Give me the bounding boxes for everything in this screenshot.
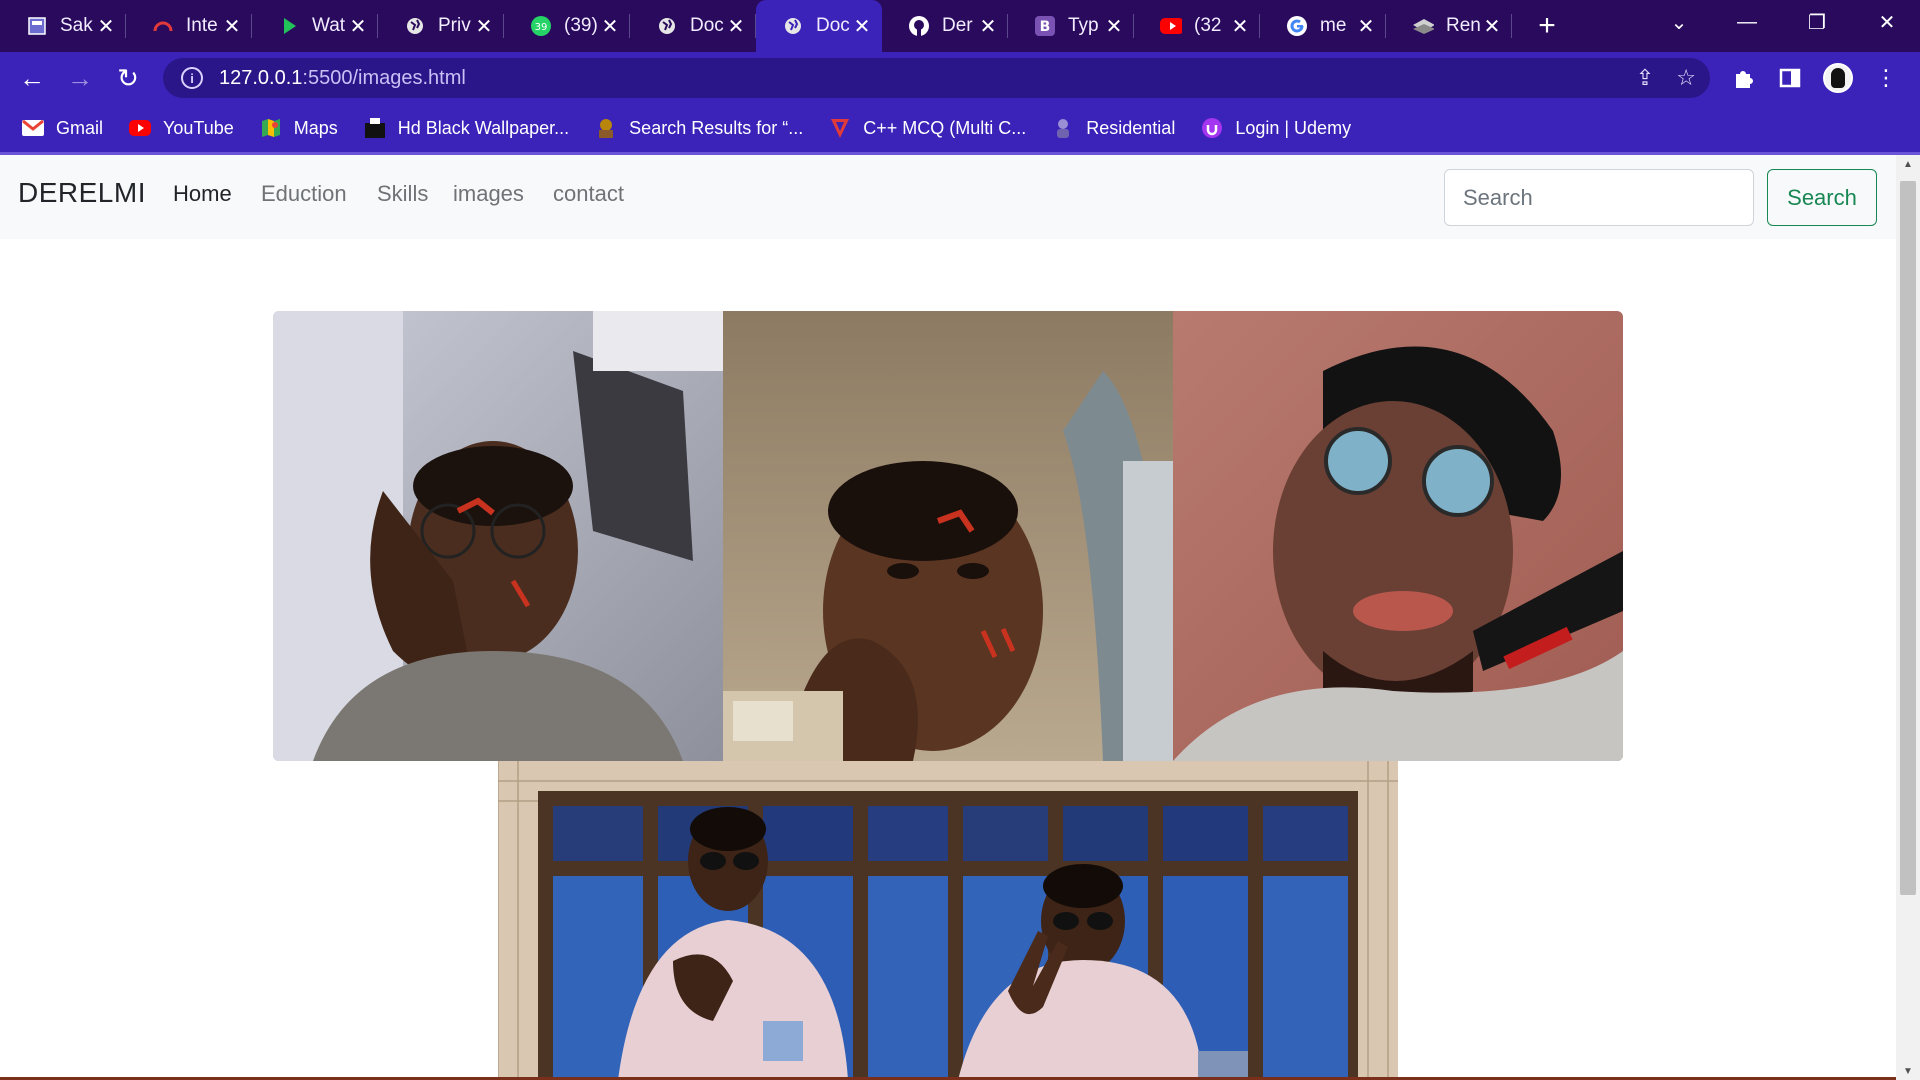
gmail-icon — [22, 117, 44, 139]
bookmark-cpp-mcq[interactable]: C++ MCQ (Multi C... — [829, 117, 1026, 139]
browser-tab[interactable]: 39 (39) ✕ — [504, 0, 630, 52]
photo-selfie-cap-glasses — [1173, 311, 1623, 761]
github-icon — [908, 15, 930, 37]
wallpaper-icon — [364, 117, 386, 139]
close-tab-icon[interactable]: ✕ — [1356, 14, 1376, 39]
photo-selfie-hand-on-cheek — [273, 311, 723, 761]
close-tab-icon[interactable]: ✕ — [1482, 14, 1502, 39]
page-icon — [26, 15, 48, 37]
browser-tab[interactable]: Wat ✕ — [252, 0, 378, 52]
bookmark-maps[interactable]: Maps — [260, 117, 338, 139]
page-viewport: DERELMI Home Eduction Skills images cont… — [0, 155, 1896, 1080]
play-icon — [278, 15, 300, 37]
side-panel-icon[interactable] — [1770, 58, 1810, 98]
close-tab-icon[interactable]: ✕ — [474, 14, 494, 39]
photo-selfie-looking-up — [723, 311, 1173, 761]
nav-link-skills[interactable]: Skills — [377, 181, 428, 207]
google-icon — [1286, 15, 1308, 37]
browser-tab[interactable]: Doc ✕ — [630, 0, 756, 52]
close-tab-icon[interactable]: ✕ — [348, 14, 368, 39]
scrollbar-thumb[interactable] — [1900, 181, 1916, 895]
photo-peace-sign-sunglasses — [948, 761, 1398, 1080]
chat-icon: 39 — [530, 15, 552, 37]
svg-text:39: 39 — [535, 22, 548, 33]
bookmark-udemy[interactable]: Login | Udemy — [1201, 117, 1351, 139]
page-scrollbar[interactable]: ▲ ▼ — [1896, 155, 1920, 1080]
bookmark-residential[interactable]: Residential — [1052, 117, 1175, 139]
browser-tab[interactable]: (32 ✕ — [1134, 0, 1260, 52]
globe-icon — [656, 15, 678, 37]
youtube-icon — [1160, 15, 1182, 37]
close-tab-icon[interactable]: ✕ — [1230, 14, 1250, 39]
close-tab-icon[interactable]: ✕ — [852, 14, 872, 39]
new-tab-button[interactable]: + — [1524, 0, 1570, 52]
restore-icon[interactable]: ❐ — [1782, 0, 1852, 44]
bookmark-star-icon[interactable]: ☆ — [1676, 65, 1696, 91]
extensions-puzzle-icon[interactable] — [1723, 58, 1763, 98]
layers-icon — [1412, 15, 1434, 37]
close-tab-icon[interactable]: ✕ — [222, 14, 242, 39]
browser-tab-active[interactable]: Doc ✕ — [756, 0, 882, 52]
tab-strip: Sak ✕ Inte ✕ Wat ✕ Priv ✕ 39 (39) ✕ Doc … — [0, 0, 1920, 52]
bookmark-youtube[interactable]: YouTube — [129, 117, 234, 139]
nav-link-eduction[interactable]: Eduction — [261, 181, 347, 207]
bookmark-search-results[interactable]: Search Results for “... — [595, 117, 803, 139]
arc-icon — [152, 15, 174, 37]
close-tab-icon[interactable]: ✕ — [600, 14, 620, 39]
search-input[interactable]: Search — [1444, 169, 1754, 226]
close-window-icon[interactable]: ✕ — [1852, 0, 1920, 44]
site-brand[interactable]: DERELMI — [18, 177, 146, 209]
close-tab-icon[interactable]: ✕ — [1104, 14, 1124, 39]
reload-icon[interactable]: ↻ — [104, 58, 152, 98]
youtube-icon — [129, 117, 152, 139]
bookmarks-bar: Gmail YouTube Maps Hd Black Wallpaper...… — [0, 104, 1920, 152]
bookmark-gmail[interactable]: Gmail — [22, 117, 103, 139]
nav-link-home[interactable]: Home — [173, 181, 232, 207]
browser-tab[interactable]: B Typ ✕ — [1008, 0, 1134, 52]
svg-text:B: B — [1040, 19, 1051, 35]
scroll-down-arrow-icon[interactable]: ▼ — [1896, 1062, 1920, 1080]
minimize-icon[interactable]: — — [1712, 0, 1782, 44]
browser-tab[interactable]: me ✕ — [1260, 0, 1386, 52]
more-menu-icon[interactable]: ⋮ — [1866, 58, 1906, 98]
site-info-icon[interactable]: i — [181, 67, 203, 89]
close-tab-icon[interactable]: ✕ — [96, 14, 116, 39]
tab-search-icon[interactable]: ⌄ — [1644, 0, 1714, 44]
bootstrap-icon: B — [1034, 15, 1056, 37]
globe-icon — [404, 15, 426, 37]
site-navbar: DERELMI Home Eduction Skills images cont… — [0, 155, 1896, 239]
browser-toolbar: ← → ↻ i 127.0.0.1:5500/images.html ⇪ ☆ — [0, 52, 1920, 104]
nav-link-images[interactable]: images — [453, 181, 524, 207]
close-tab-icon[interactable]: ✕ — [978, 14, 998, 39]
share-icon[interactable]: ⇪ — [1636, 65, 1654, 91]
photo-standing-sunglasses — [498, 761, 948, 1080]
browser-tab[interactable]: Der ✕ — [882, 0, 1008, 52]
bookmark-wallpaper[interactable]: Hd Black Wallpaper... — [364, 117, 569, 139]
browser-tab[interactable]: Ren ✕ — [1386, 0, 1512, 52]
search-button[interactable]: Search — [1767, 169, 1877, 226]
maps-icon — [260, 117, 282, 139]
forward-arrow-icon[interactable]: → — [56, 58, 104, 98]
browser-tab[interactable]: Sak ✕ — [0, 0, 126, 52]
search-results-icon — [595, 117, 617, 139]
nav-link-contact[interactable]: contact — [553, 181, 624, 207]
cpp-icon — [829, 117, 851, 139]
close-tab-icon[interactable]: ✕ — [726, 14, 746, 39]
scroll-up-arrow-icon[interactable]: ▲ — [1896, 155, 1920, 173]
globe-icon — [782, 15, 804, 37]
udemy-icon — [1201, 117, 1223, 139]
profile-avatar[interactable] — [1818, 58, 1858, 98]
browser-tab[interactable]: Priv ✕ — [378, 0, 504, 52]
browser-tab[interactable]: Inte ✕ — [126, 0, 252, 52]
back-arrow-icon[interactable]: ← — [8, 58, 56, 98]
address-bar[interactable]: i 127.0.0.1:5500/images.html ⇪ ☆ — [163, 58, 1710, 98]
residential-icon — [1052, 117, 1074, 139]
